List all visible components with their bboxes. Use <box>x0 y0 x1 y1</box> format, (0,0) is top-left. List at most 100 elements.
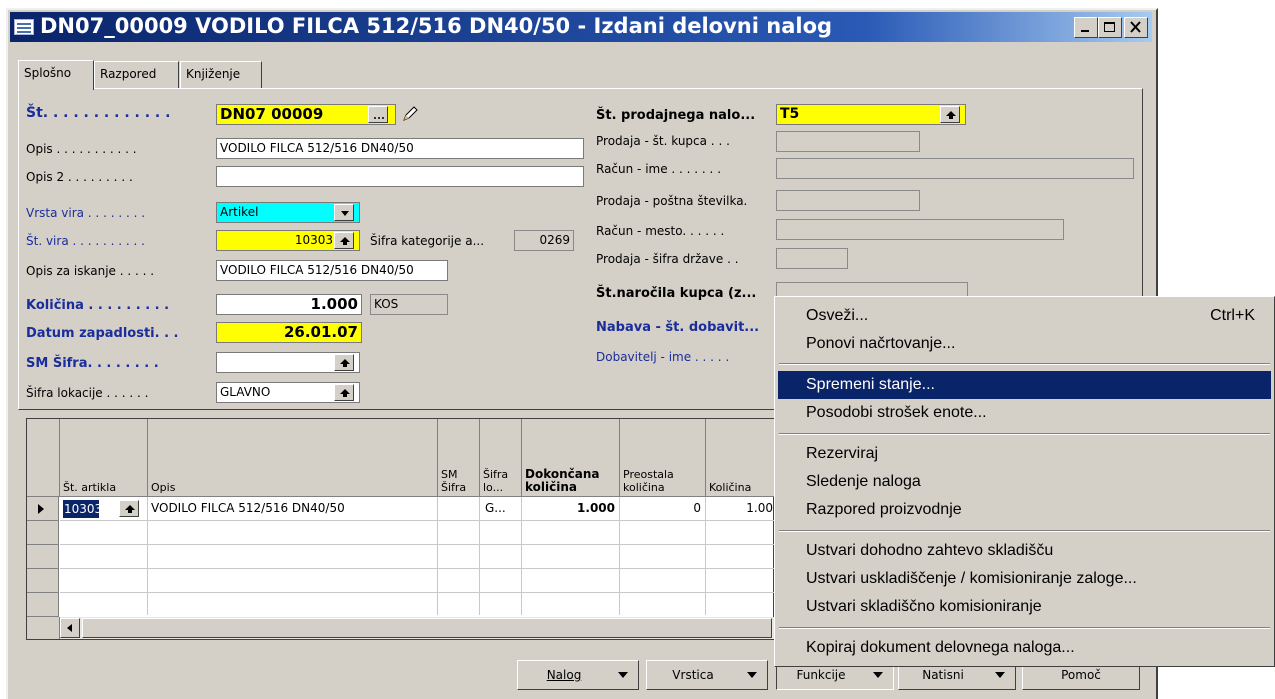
tab-splosno[interactable]: Splošno <box>18 60 94 90</box>
grid-line <box>147 497 148 615</box>
dropdown-arrow-icon <box>747 672 757 678</box>
horizontal-scrollbar[interactable] <box>60 617 775 639</box>
maximize-button[interactable] <box>1098 17 1122 38</box>
st-prodajnega-naloga-label: Št. prodajnega nalo... <box>596 108 756 123</box>
vrsta-vira-value: Artikel <box>220 205 259 219</box>
menu-separator <box>779 627 1270 629</box>
grid-line <box>521 497 522 615</box>
menu-separator <box>779 433 1270 435</box>
title-bar[interactable]: DN07_00009 VODILO FILCA 512/516 DN40/50 … <box>10 12 1152 42</box>
tab-razpored[interactable]: Razpored <box>94 61 179 89</box>
menu-item-kopiraj-dokument[interactable]: Kopiraj dokument delovnega naloga... <box>778 634 1271 662</box>
cell-st-artikla[interactable]: 10303 <box>63 500 102 518</box>
lookup-arrow-icon[interactable] <box>334 232 354 249</box>
menu-item-ponovi-nacrtovanje[interactable]: Ponovi načrtovanje... <box>778 330 1271 358</box>
cell-preostala-kolicina[interactable]: 0 <box>621 497 701 519</box>
col-header-preostala-kolicina[interactable]: Preostala količina <box>620 419 706 497</box>
racun-ime-label: Račun - ime . . . . . . . <box>596 162 722 176</box>
grid-line <box>619 497 620 615</box>
lookup-arrow-icon[interactable] <box>334 354 354 371</box>
opis2-label: Opis 2 . . . . . . . . . <box>26 170 133 184</box>
grid-scroll-corner <box>27 617 60 639</box>
dropdown-arrow-icon <box>618 672 628 678</box>
col-header-kolicina[interactable]: Količina <box>706 419 775 497</box>
grid-line <box>60 568 775 569</box>
racun-mesto-field[interactable] <box>776 219 1064 240</box>
lookup-arrow-icon[interactable] <box>334 384 354 401</box>
col-header-opis[interactable]: Opis <box>148 419 438 497</box>
opis-iskanje-field[interactable]: VODILO FILCA 512/516 DN40/50 <box>216 260 448 281</box>
col-header-st-artikla[interactable]: Št. artikla <box>60 419 148 497</box>
lookup-arrow-icon[interactable] <box>940 106 960 123</box>
dobavitelj-ime-label: Dobavitelj - ime . . . . . <box>596 350 730 364</box>
opis-field[interactable]: VODILO FILCA 512/516 DN40/50 <box>216 138 584 159</box>
col-header-sm-sifra[interactable]: SM Šifra <box>438 419 480 497</box>
kolicina-label: Količina . . . . . . . . . <box>26 298 170 313</box>
sifra-lokacije-label: Šifra lokacije . . . . . . <box>26 386 149 400</box>
racun-ime-field[interactable] <box>776 158 1134 179</box>
window-title: DN07_00009 VODILO FILCA 512/516 DN40/50 … <box>40 14 833 38</box>
prodaja-sifra-drzave-field[interactable] <box>776 248 848 269</box>
cell-opis[interactable]: VODILO FILCA 512/516 DN40/50 <box>151 497 435 519</box>
minimize-button[interactable] <box>1074 17 1098 38</box>
scroll-left-button[interactable] <box>60 618 80 638</box>
form-icon <box>14 19 34 35</box>
menu-item-razpored-proizvodnje[interactable]: Razpored proizvodnje <box>778 496 1271 524</box>
datum-zapadlosti-label: Datum zapadlosti. . . <box>26 326 179 341</box>
cell-sifra-lokacije[interactable]: G... <box>485 497 519 519</box>
lookup-arrow-icon[interactable] <box>119 500 139 517</box>
menu-item-ustvari-skladiscno-komisioniranje[interactable]: Ustvari skladiščno komisioniranje <box>778 593 1271 621</box>
funkcije-menu: Osveži... Ctrl+K Ponovi načrtovanje... Sp… <box>774 296 1275 667</box>
menu-item-ustvari-dohodno-zahtevo[interactable]: Ustvari dohodno zahtevo skladišču <box>778 537 1271 565</box>
pencil-icon[interactable] <box>400 104 420 124</box>
tab-knjizenje[interactable]: Knjiženje <box>180 61 262 89</box>
close-button[interactable] <box>1124 17 1148 38</box>
lines-grid[interactable]: Št. artikla Opis SM Šifra Šifra lo... Do… <box>26 418 775 640</box>
st-prodajnega-naloga-field[interactable]: T5 <box>776 104 966 125</box>
grid-line <box>437 497 438 615</box>
grid-line <box>60 592 775 593</box>
row-selector[interactable] <box>27 593 59 617</box>
dropdown-arrow-icon <box>995 672 1005 678</box>
menu-item-spremeni-stanje[interactable]: Spremeni stanje... <box>778 371 1271 399</box>
menu-separator <box>779 363 1270 365</box>
menu-item-rezerviraj[interactable]: Rezerviraj <box>778 440 1271 468</box>
row-selector[interactable] <box>27 545 59 569</box>
row-selector[interactable] <box>27 521 59 545</box>
row-selector[interactable] <box>27 569 59 593</box>
col-header-sifra-lo[interactable]: Šifra lo... <box>480 419 522 497</box>
assist-edit-button[interactable] <box>368 106 388 123</box>
st-label: Št. . . . . . . . . . . . . <box>26 105 171 121</box>
menu-item-posodobi-strosek-enote[interactable]: Posodobi strošek enote... <box>778 399 1271 427</box>
prodaja-st-kupca-field[interactable] <box>776 131 920 152</box>
grid-line <box>479 497 480 615</box>
datum-zapadlosti-field[interactable]: 26.01.07 <box>216 322 362 343</box>
st-value: DN07 00009 <box>220 105 324 123</box>
sifra-kategorije-field[interactable]: 0269 <box>514 230 574 251</box>
opis2-field[interactable] <box>216 166 584 187</box>
prodaja-st-kupca-label: Prodaja - št. kupca . . . <box>596 134 730 148</box>
sm-sifra-label: SM Šifra. . . . . . . . <box>26 356 159 371</box>
opis-iskanje-label: Opis za iskanje . . . . . <box>26 264 155 278</box>
nabava-st-dobavitelja-label: Nabava - št. dobavit... <box>596 320 760 335</box>
dropdown-arrow-icon <box>873 672 883 678</box>
col-header-dokoncana-kolicina[interactable]: Dokončana količina <box>522 419 620 497</box>
racun-mesto-label: Račun - mesto. . . . . . <box>596 224 725 238</box>
row-selector-current[interactable] <box>27 497 59 521</box>
sifra-kategorije-label: Šifra kategorije a... <box>370 234 485 248</box>
st-narocila-kupca-label: Št.naročila kupca (z... <box>596 286 757 301</box>
vrstica-button[interactable]: Vrstica <box>646 660 768 690</box>
scroll-thumb[interactable] <box>82 618 772 638</box>
kolicina-unit-field[interactable]: KOS <box>370 294 448 315</box>
nalog-button[interactable]: Nalog <box>517 660 639 690</box>
opis-label: Opis . . . . . . . . . . . <box>26 142 137 156</box>
cell-dokoncana-kolicina[interactable]: 1.000 <box>523 497 615 519</box>
prodaja-postna-stevilka-field[interactable] <box>776 190 920 211</box>
dropdown-arrow-icon[interactable] <box>334 204 354 221</box>
kolicina-field[interactable]: 1.000 <box>216 294 362 315</box>
menu-item-osvezi[interactable]: Osveži... Ctrl+K <box>778 302 1271 330</box>
menu-item-ustvari-uskladiscenje[interactable]: Ustvari uskladiščenje / komisioniranje z… <box>778 565 1271 593</box>
cell-kolicina[interactable]: 1.00 <box>707 497 773 519</box>
menu-item-sledenje-naloga[interactable]: Sledenje naloga <box>778 468 1271 496</box>
grid-line <box>60 544 775 545</box>
